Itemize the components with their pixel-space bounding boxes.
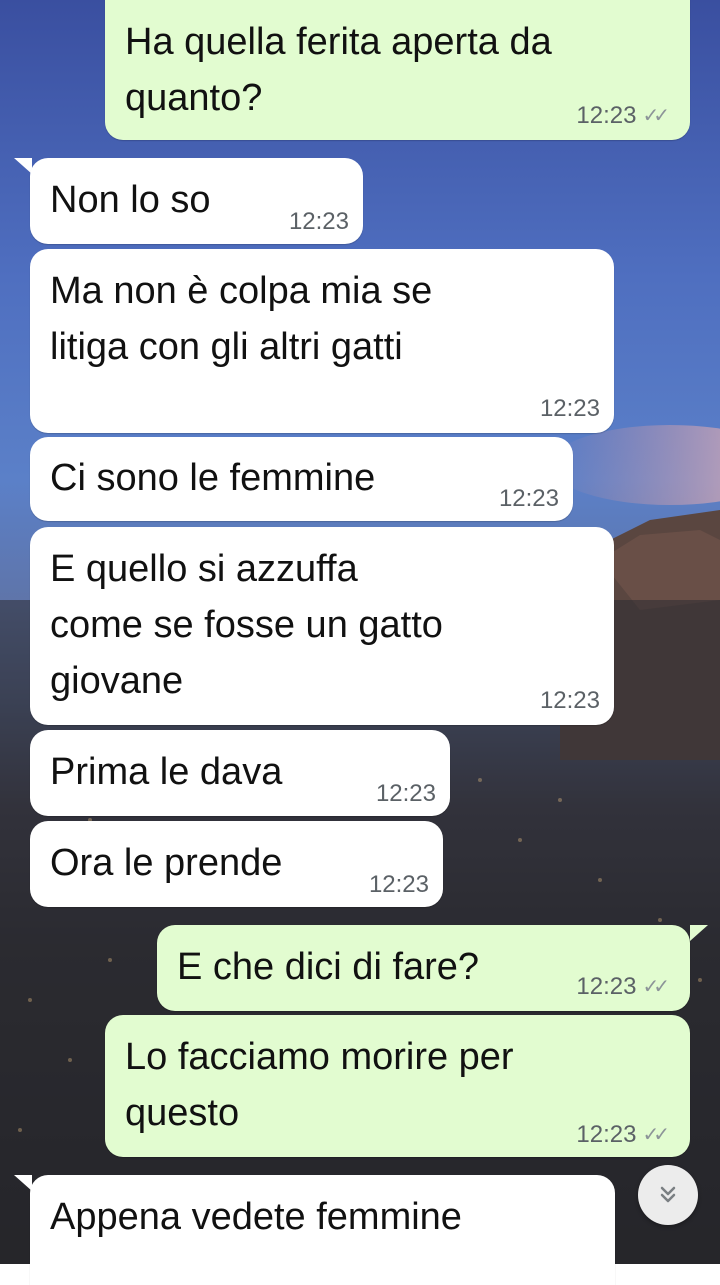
message-time: 12:23 (375, 780, 436, 807)
message-bubble-incoming[interactable]: Ora le prende 12:23 (30, 821, 443, 907)
message-meta: 12:23 ✓✓ (576, 973, 669, 1001)
read-ticks-icon: ✓✓ (642, 1124, 669, 1146)
message-time: 12:23 (498, 485, 559, 512)
message-time: 12:23 (576, 102, 637, 129)
message-bubble-incoming[interactable]: Non lo so 12:23 (30, 158, 363, 244)
read-ticks-icon: ✓✓ (642, 976, 669, 998)
message-text: E quello si azzuffa come se fosse un gat… (50, 548, 443, 702)
message-text: Prima le dava (50, 751, 283, 793)
message-meta: 12:23 (289, 208, 349, 236)
message-text: Lo facciamo morire per questo (125, 1036, 514, 1134)
message-text: E che dici di fare? (177, 946, 480, 988)
message-time: 12:23 (576, 973, 637, 1000)
message-meta: 12:23 (540, 395, 600, 423)
message-text: Ci sono le femmine (50, 457, 376, 499)
message-bubble-incoming[interactable]: Prima le dava 12:23 (30, 730, 450, 816)
message-meta: 12:23 (540, 687, 600, 715)
bubble-tail (14, 158, 32, 174)
bubble-tail (690, 925, 708, 941)
message-text: Ha quella ferita aperta da quanto? (125, 21, 552, 119)
message-text: Ma non è colpa mia se litiga con gli alt… (50, 270, 433, 368)
message-bubble-outgoing[interactable]: Ha quella ferita aperta da quanto? 12:23… (105, 0, 690, 140)
message-meta: 12:23 ✓✓ (576, 102, 669, 130)
message-meta: 12:23 ✓✓ (576, 1121, 669, 1149)
message-bubble-incoming[interactable]: Ci sono le femmine 12:23 (30, 437, 573, 521)
message-bubble-incoming[interactable]: E quello si azzuffa come se fosse un gat… (30, 527, 614, 725)
message-time: 12:23 (539, 687, 600, 714)
message-time: 12:23 (576, 1121, 637, 1148)
bubble-tail (14, 1175, 32, 1191)
message-time: 12:23 (539, 395, 600, 422)
message-bubble-outgoing[interactable]: Lo facciamo morire per questo 12:23 ✓✓ (105, 1015, 690, 1157)
message-time: 12:23 (368, 871, 429, 898)
message-time: 12:23 (288, 208, 349, 235)
message-bubble-incoming[interactable]: Appena vedete femmine (30, 1175, 615, 1285)
message-meta: 12:23 (376, 780, 436, 808)
message-bubble-outgoing[interactable]: E che dici di fare? 12:23 ✓✓ (157, 925, 690, 1011)
message-text: Appena vedete femmine (50, 1196, 462, 1238)
message-text: Ora le prende (50, 842, 283, 884)
read-ticks-icon: ✓✓ (642, 105, 669, 127)
message-meta: 12:23 (499, 485, 559, 513)
scroll-to-bottom-button[interactable] (638, 1165, 698, 1225)
message-text: Non lo so (50, 179, 211, 221)
message-bubble-incoming[interactable]: Ma non è colpa mia se litiga con gli alt… (30, 249, 614, 433)
message-meta: 12:23 (369, 871, 429, 899)
double-chevron-down-icon (660, 1186, 676, 1203)
